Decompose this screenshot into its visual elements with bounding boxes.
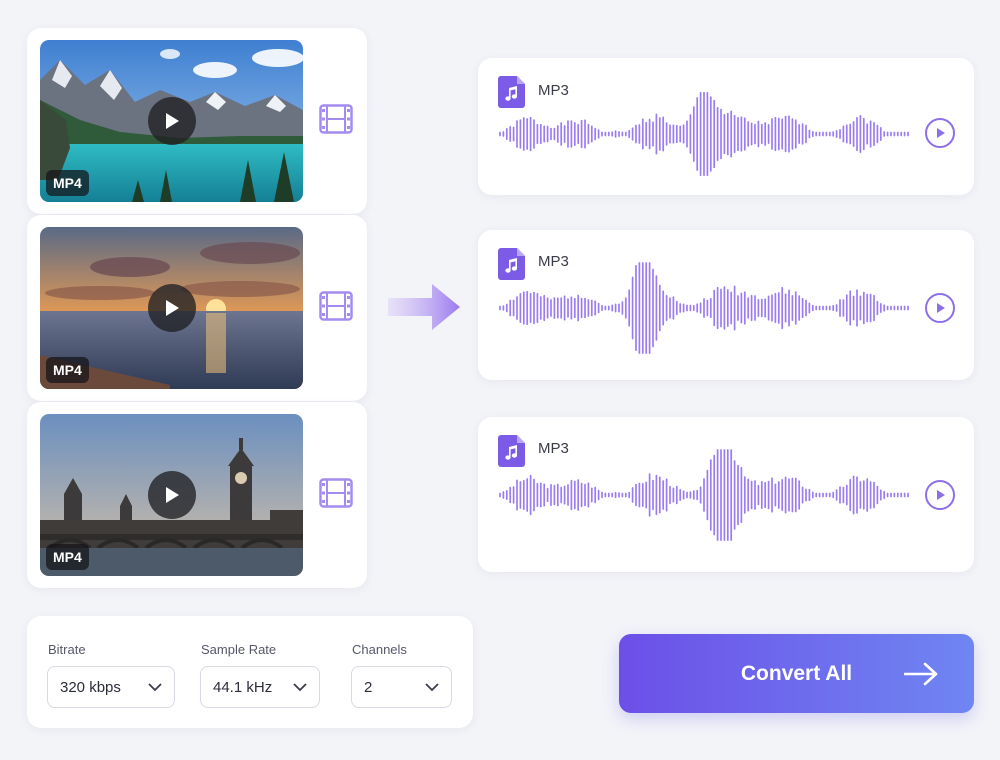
format-badge: MP4 xyxy=(46,357,89,383)
format-badge: MP4 xyxy=(46,170,89,196)
play-button[interactable] xyxy=(148,97,196,145)
audio-play-button[interactable] xyxy=(925,293,955,323)
audio-play-button[interactable] xyxy=(925,118,955,148)
film-icon xyxy=(319,291,353,321)
bitrate-label: Bitrate xyxy=(48,642,86,657)
film-icon xyxy=(319,478,353,508)
chevron-down-icon xyxy=(148,682,162,691)
bitrate-value: 320 kbps xyxy=(60,678,121,696)
bitrate-select[interactable]: 320 kbps xyxy=(47,666,175,708)
chevron-down-icon xyxy=(293,682,307,691)
sample-rate-value: 44.1 kHz xyxy=(213,678,273,696)
play-icon xyxy=(166,487,179,503)
audio-play-button[interactable] xyxy=(925,480,955,510)
play-icon xyxy=(166,113,179,129)
audio-waveform xyxy=(499,262,909,354)
channels-label: Channels xyxy=(352,642,407,657)
play-button[interactable] xyxy=(148,284,196,332)
sample-rate-label: Sample Rate xyxy=(201,642,277,657)
video-thumbnail[interactable]: MP4 xyxy=(40,227,303,389)
video-card-2[interactable]: MP4 xyxy=(27,215,367,401)
play-icon xyxy=(937,128,945,138)
sample-rate-select[interactable]: 44.1 kHz xyxy=(200,666,320,708)
play-icon xyxy=(937,303,945,313)
convert-arrow-icon xyxy=(388,284,460,330)
chevron-down-icon xyxy=(425,682,439,691)
audio-waveform xyxy=(499,449,909,541)
format-badge: MP4 xyxy=(46,544,89,570)
channels-value: 2 xyxy=(364,678,373,696)
convert-all-label: Convert All xyxy=(740,661,853,685)
settings-panel: Bitrate 320 kbps Sample Rate 44.1 kHz Ch… xyxy=(27,616,473,728)
video-thumbnail[interactable]: MP4 xyxy=(40,40,303,202)
play-icon xyxy=(166,300,179,316)
play-icon xyxy=(937,490,945,500)
audio-card-2[interactable]: MP3 xyxy=(478,230,974,380)
film-icon xyxy=(319,104,353,134)
convert-all-button[interactable]: Convert All xyxy=(619,634,974,713)
video-card-3[interactable]: MP4 xyxy=(27,402,367,588)
audio-card-1[interactable]: MP3 xyxy=(478,58,974,195)
channels-select[interactable]: 2 xyxy=(351,666,452,708)
audio-card-3[interactable]: MP3 xyxy=(478,417,974,572)
arrow-right-icon xyxy=(904,662,938,686)
video-thumbnail[interactable]: MP4 xyxy=(40,414,303,576)
play-button[interactable] xyxy=(148,471,196,519)
video-card-1[interactable]: MP4 xyxy=(27,28,367,214)
audio-waveform xyxy=(499,92,909,176)
